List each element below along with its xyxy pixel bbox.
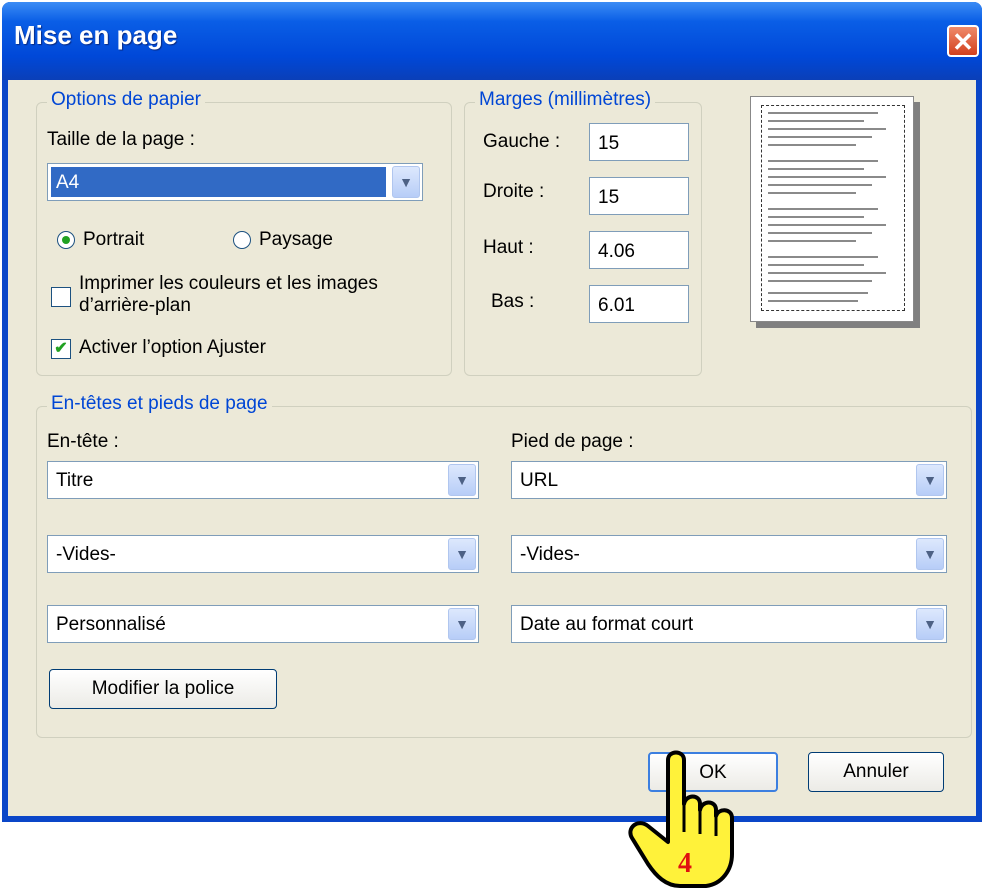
- preview-line: [768, 208, 878, 210]
- page-size-label: Taille de la page :: [47, 129, 195, 150]
- preview-line: [768, 120, 864, 122]
- dialog-body: Options de papier Taille de la page : A4…: [8, 80, 976, 816]
- preview-line: [768, 160, 878, 162]
- margin-left-value: 15: [598, 133, 620, 154]
- page-preview: [750, 96, 914, 322]
- footer-select-3-value: Date au format court: [520, 614, 694, 635]
- preview-line: [768, 176, 886, 178]
- radio-selected-dot: [62, 236, 70, 244]
- page-setup-dialog: Mise en page ✕ Options de papier Taille …: [2, 2, 982, 822]
- portrait-label: Portrait: [83, 229, 145, 250]
- hand-pointer-icon: 4: [628, 750, 734, 888]
- step-number: 4: [678, 848, 692, 879]
- preview-line: [768, 240, 856, 242]
- preview-line: [768, 300, 858, 302]
- preview-line: [768, 168, 864, 170]
- margin-left-input[interactable]: 15: [589, 123, 689, 161]
- page-size-select[interactable]: A4 ▼: [47, 163, 423, 201]
- preview-line: [768, 128, 886, 130]
- header-select-3[interactable]: Personnalisé ▼: [47, 605, 479, 643]
- preview-margin-outline: [761, 105, 905, 311]
- footer-select-2[interactable]: -Vides- ▼: [511, 535, 947, 573]
- print-background-checkbox[interactable]: [51, 287, 71, 307]
- header-select-2[interactable]: -Vides- ▼: [47, 535, 479, 573]
- page-size-value: A4: [56, 172, 80, 193]
- header-select-2-value: -Vides-: [56, 544, 116, 565]
- margin-top-value: 4.06: [598, 241, 635, 262]
- print-background-label-line2: d’arrière-plan: [79, 295, 191, 316]
- chevron-down-icon[interactable]: ▼: [448, 538, 476, 570]
- preview-line: [768, 272, 886, 274]
- print-background-label-line1: Imprimer les couleurs et les images: [79, 273, 378, 294]
- preview-line: [768, 256, 878, 258]
- chevron-down-icon[interactable]: ▼: [448, 464, 476, 496]
- page-size-highlight: [51, 167, 386, 197]
- preview-line: [768, 280, 872, 282]
- footer-label: Pied de page :: [511, 431, 634, 452]
- margins-group: Marges (millimètres) Gauche : 15 Droite …: [464, 89, 702, 376]
- title-bar[interactable]: Mise en page ✕: [2, 2, 982, 80]
- change-font-button[interactable]: Modifier la police: [49, 669, 277, 709]
- preview-line: [768, 292, 868, 294]
- cancel-button[interactable]: Annuler: [808, 752, 944, 792]
- margin-bottom-input[interactable]: 6.01: [589, 285, 689, 323]
- preview-line: [768, 216, 864, 218]
- margin-top-input[interactable]: 4.06: [589, 231, 689, 269]
- portrait-radio[interactable]: [57, 231, 75, 249]
- shrink-to-fit-label: Activer l’option Ajuster: [79, 337, 266, 358]
- chevron-down-icon[interactable]: ▼: [916, 538, 944, 570]
- preview-line: [768, 136, 872, 138]
- preview-line: [768, 224, 886, 226]
- preview-line: [768, 264, 864, 266]
- paper-options-group: Options de papier Taille de la page : A4…: [36, 89, 452, 376]
- margin-bottom-label: Bas :: [491, 291, 535, 312]
- paper-options-legend: Options de papier: [47, 89, 205, 111]
- margin-bottom-value: 6.01: [598, 295, 635, 316]
- footer-select-1[interactable]: URL ▼: [511, 461, 947, 499]
- landscape-radio[interactable]: [233, 231, 251, 249]
- header-select-1-value: Titre: [56, 470, 94, 491]
- header-select-1[interactable]: Titre ▼: [47, 461, 479, 499]
- margin-top-label: Haut :: [483, 237, 534, 258]
- headers-footers-legend: En-têtes et pieds de page: [47, 393, 272, 415]
- footer-select-1-value: URL: [520, 470, 559, 491]
- chevron-down-icon[interactable]: ▼: [916, 608, 944, 640]
- close-button[interactable]: ✕: [947, 25, 979, 57]
- dialog-title: Mise en page: [14, 20, 178, 50]
- footer-select-2-value: -Vides-: [520, 544, 580, 565]
- footer-select-3[interactable]: Date au format court ▼: [511, 605, 947, 643]
- preview-line: [768, 232, 872, 234]
- margin-right-value: 15: [598, 187, 620, 208]
- preview-line: [768, 184, 872, 186]
- margin-left-label: Gauche :: [483, 131, 561, 152]
- landscape-label: Paysage: [259, 229, 333, 250]
- chevron-down-icon[interactable]: ▼: [392, 166, 420, 198]
- preview-line: [768, 192, 856, 194]
- chevron-down-icon[interactable]: ▼: [916, 464, 944, 496]
- margins-legend: Marges (millimètres): [475, 89, 656, 111]
- margin-right-input[interactable]: 15: [589, 177, 689, 215]
- header-select-3-value: Personnalisé: [56, 614, 166, 635]
- preview-line: [768, 144, 856, 146]
- chevron-down-icon[interactable]: ▼: [448, 608, 476, 640]
- header-label: En-tête :: [47, 431, 119, 452]
- margin-right-label: Droite :: [483, 181, 545, 202]
- shrink-to-fit-checkbox[interactable]: ✔: [51, 339, 71, 359]
- preview-line: [768, 112, 878, 114]
- headers-footers-group: En-têtes et pieds de page En-tête : Pied…: [36, 393, 972, 738]
